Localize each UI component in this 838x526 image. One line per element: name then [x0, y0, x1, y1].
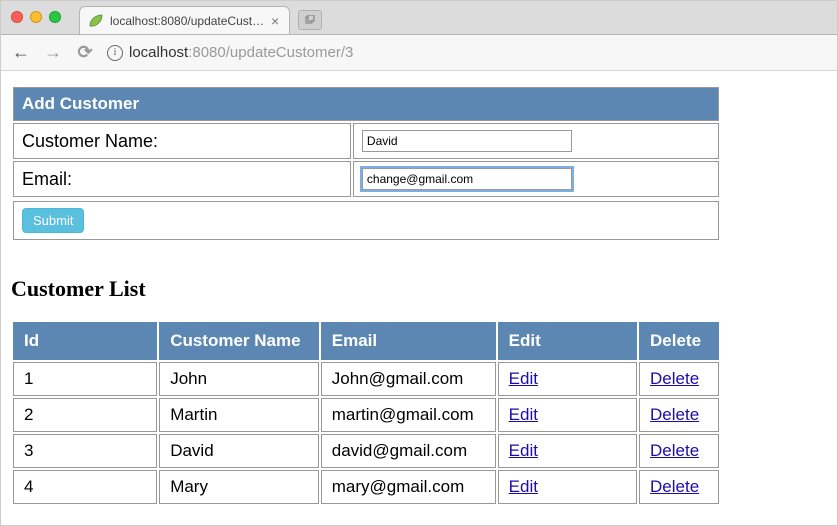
cell-email: david@gmail.com: [321, 434, 496, 468]
tab-title: localhost:8080/updateCustom: [110, 14, 265, 28]
col-header-name: Customer Name: [159, 322, 319, 360]
delete-link[interactable]: Delete: [650, 477, 699, 496]
form-header: Add Customer: [13, 87, 719, 121]
email-input[interactable]: [362, 168, 572, 190]
col-header-delete: Delete: [639, 322, 719, 360]
email-label: Email:: [13, 161, 351, 197]
toolbar: ← → ⟳ i localhost:8080/updateCustomer/3: [1, 35, 837, 71]
delete-link[interactable]: Delete: [650, 369, 699, 388]
col-header-email: Email: [321, 322, 496, 360]
cell-name: John: [159, 362, 319, 396]
table-row: 3Daviddavid@gmail.com Edit Delete: [13, 434, 719, 468]
customer-list-title: Customer List: [11, 276, 827, 302]
tab-close-icon[interactable]: ×: [271, 13, 279, 29]
name-label: Customer Name:: [13, 123, 351, 159]
forward-button[interactable]: →: [43, 42, 63, 63]
url-host: localhost: [129, 44, 188, 61]
url-text: localhost:8080/updateCustomer/3: [129, 44, 353, 61]
cell-edit: Edit: [498, 434, 637, 468]
minimize-window-icon[interactable]: [30, 11, 42, 23]
cell-name: Martin: [159, 398, 319, 432]
cell-delete: Delete: [639, 398, 719, 432]
cell-delete: Delete: [639, 434, 719, 468]
edit-link[interactable]: Edit: [509, 477, 538, 496]
customer-name-input[interactable]: [362, 130, 572, 152]
back-button[interactable]: ←: [11, 42, 31, 63]
cell-id: 4: [13, 470, 157, 504]
maximize-window-icon[interactable]: [49, 11, 61, 23]
site-info-icon[interactable]: i: [107, 45, 123, 61]
edit-link[interactable]: Edit: [509, 441, 538, 460]
new-tab-icon: [305, 15, 315, 25]
customer-list-table: Id Customer Name Email Edit Delete 1John…: [11, 320, 721, 506]
cell-edit: Edit: [498, 398, 637, 432]
cell-name: Mary: [159, 470, 319, 504]
url-port: :8080: [188, 44, 226, 61]
cell-delete: Delete: [639, 362, 719, 396]
add-customer-form: Add Customer Customer Name: Email:: [11, 85, 721, 199]
tab-strip: localhost:8080/updateCustom ×: [1, 1, 837, 35]
col-header-id: Id: [13, 322, 157, 360]
table-row: 4Marymary@gmail.com Edit Delete: [13, 470, 719, 504]
cell-email: John@gmail.com: [321, 362, 496, 396]
cell-email: mary@gmail.com: [321, 470, 496, 504]
reload-button[interactable]: ⟳: [75, 42, 95, 63]
edit-link[interactable]: Edit: [509, 405, 538, 424]
browser-window: localhost:8080/updateCustom × ← → ⟳ i lo…: [0, 0, 838, 526]
edit-link[interactable]: Edit: [509, 369, 538, 388]
favicon-leaf-icon: [88, 13, 104, 29]
new-tab-button[interactable]: [298, 10, 322, 30]
delete-link[interactable]: Delete: [650, 405, 699, 424]
cell-edit: Edit: [498, 362, 637, 396]
url-path: /updateCustomer/3: [226, 44, 354, 61]
cell-id: 2: [13, 398, 157, 432]
browser-tab[interactable]: localhost:8080/updateCustom ×: [79, 6, 290, 34]
table-row: 2Martinmartin@gmail.com Edit Delete: [13, 398, 719, 432]
cell-name: David: [159, 434, 319, 468]
cell-delete: Delete: [639, 470, 719, 504]
table-row: 1JohnJohn@gmail.com Edit Delete: [13, 362, 719, 396]
cell-id: 3: [13, 434, 157, 468]
delete-link[interactable]: Delete: [650, 441, 699, 460]
cell-email: martin@gmail.com: [321, 398, 496, 432]
cell-id: 1: [13, 362, 157, 396]
cell-edit: Edit: [498, 470, 637, 504]
window-controls: [11, 11, 61, 23]
page-content: Add Customer Customer Name: Email: Submi…: [1, 71, 837, 525]
submit-button[interactable]: Submit: [22, 208, 84, 233]
address-bar[interactable]: i localhost:8080/updateCustomer/3: [107, 44, 827, 61]
submit-row: Submit: [11, 199, 721, 242]
close-window-icon[interactable]: [11, 11, 23, 23]
col-header-edit: Edit: [498, 322, 637, 360]
